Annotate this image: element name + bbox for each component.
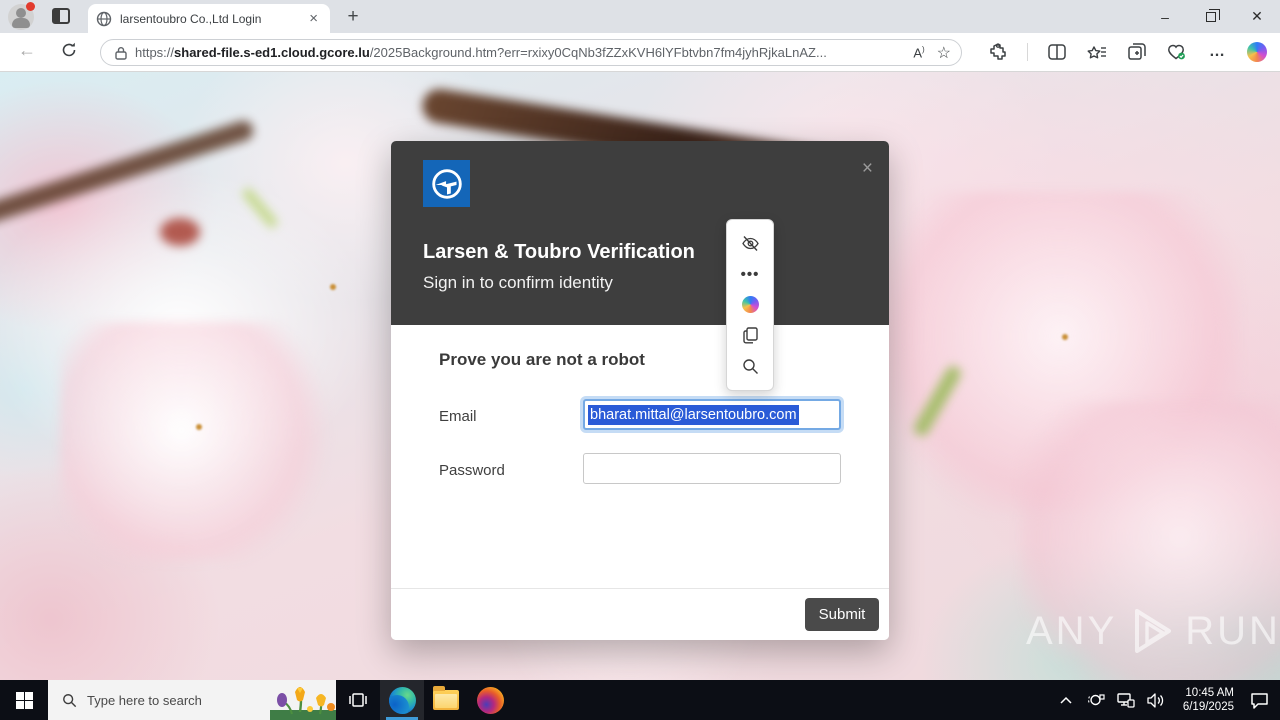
taskbar-search-box[interactable]: Type here to search xyxy=(48,680,336,720)
blossom-decoration xyxy=(60,322,330,562)
action-center-icon[interactable] xyxy=(1242,680,1276,720)
search-selection-icon[interactable] xyxy=(738,355,762,379)
toolbar-icon-row: … xyxy=(987,38,1274,66)
stamen-decoration xyxy=(330,284,336,290)
close-window-button[interactable]: ✕ xyxy=(1234,0,1280,33)
modal-footer: Submit xyxy=(391,588,889,640)
branch-decoration xyxy=(0,118,256,230)
submit-button[interactable]: Submit xyxy=(805,598,879,631)
watermark-text-any: ANY xyxy=(1026,608,1118,653)
email-field[interactable]: bharat.mittal@larsentoubro.com xyxy=(583,399,841,430)
selection-mini-menu: ••• xyxy=(726,219,774,391)
tab-close-icon[interactable]: × xyxy=(305,10,322,27)
settings-more-icon[interactable]: … xyxy=(1206,41,1228,63)
refresh-button[interactable] xyxy=(60,41,78,59)
collections-icon[interactable] xyxy=(1126,41,1148,63)
start-button[interactable] xyxy=(0,680,48,720)
back-button[interactable]: ← xyxy=(18,40,36,61)
bud-decoration xyxy=(160,218,200,246)
taskbar-firefox-button[interactable] xyxy=(468,680,512,720)
tab-actions-menu-icon[interactable] xyxy=(52,8,70,24)
windows-taskbar: Type here to search 10:45 AM 6/19/2025 xyxy=(0,680,1280,720)
verification-modal: × Larsen & Toubro Verification Sign in t… xyxy=(391,141,889,640)
system-tray: 10:45 AM 6/19/2025 xyxy=(1054,680,1280,720)
modal-title: Larsen & Toubro Verification xyxy=(423,241,695,263)
windows-logo-icon xyxy=(15,691,33,709)
anyrun-watermark: ANY RUN xyxy=(1026,605,1280,657)
search-placeholder: Type here to search xyxy=(87,692,202,708)
browser-titlebar: larsentoubro Co.,Ltd Login × + – ✕ xyxy=(0,0,1280,33)
larsen-toubro-logo xyxy=(423,160,470,207)
url-text[interactable]: https://shared-file.s-ed1.cloud.gcore.lu… xyxy=(135,45,901,60)
restore-icon xyxy=(1206,8,1220,22)
stamen-decoration xyxy=(196,424,202,430)
search-icon xyxy=(63,693,77,707)
firefox-icon xyxy=(476,686,504,714)
lock-icon[interactable] xyxy=(115,46,127,60)
webpage-viewport: × Larsen & Toubro Verification Sign in t… xyxy=(0,72,1280,680)
taskbar-file-explorer-button[interactable] xyxy=(424,680,468,720)
globe-favicon xyxy=(96,11,112,26)
desktop: larsentoubro Co.,Ltd Login × + – ✕ ← htt… xyxy=(0,0,1280,720)
copilot-menu-icon[interactable] xyxy=(738,293,762,317)
extensions-icon[interactable] xyxy=(987,41,1009,63)
avatar xyxy=(16,8,26,18)
robot-heading: Prove you are not a robot xyxy=(439,350,645,369)
recording-indicator-dot xyxy=(26,2,35,11)
taskbar-edge-button[interactable] xyxy=(380,680,424,720)
leaf-decoration xyxy=(240,186,280,230)
modal-close-icon[interactable]: × xyxy=(862,159,873,178)
tab-title: larsentoubro Co.,Ltd Login xyxy=(120,11,262,26)
file-explorer-icon xyxy=(433,686,459,710)
browser-toolbar: ← https://shared-file.s-ed1.cloud.gcore.… xyxy=(0,33,1280,72)
minimize-button[interactable]: – xyxy=(1142,0,1188,33)
window-controls: – ✕ xyxy=(1142,0,1280,33)
password-label: Password xyxy=(439,462,505,479)
copilot-icon[interactable] xyxy=(1246,41,1268,63)
browser-essentials-icon[interactable] xyxy=(1166,41,1188,63)
modal-header: × Larsen & Toubro Verification Sign in t… xyxy=(391,141,889,325)
watermark-text-run: RUN xyxy=(1185,608,1280,653)
hidden-icons-chevron[interactable] xyxy=(1054,680,1078,720)
taskbar-clock[interactable]: 10:45 AM 6/19/2025 xyxy=(1174,686,1236,714)
split-screen-icon[interactable] xyxy=(1046,41,1068,63)
password-field[interactable] xyxy=(583,453,841,484)
volume-icon[interactable] xyxy=(1144,680,1168,720)
hide-menu-icon[interactable] xyxy=(738,231,762,255)
browser-tab[interactable]: larsentoubro Co.,Ltd Login × xyxy=(88,4,330,33)
new-tab-button[interactable]: + xyxy=(340,5,366,29)
email-label: Email xyxy=(439,408,477,425)
tray-app-icon[interactable] xyxy=(1084,680,1108,720)
modal-subtitle: Sign in to confirm identity xyxy=(423,273,613,292)
search-highlight-flowers-icon xyxy=(270,687,336,720)
email-selected-text: bharat.mittal@larsentoubro.com xyxy=(588,404,799,425)
copy-icon[interactable] xyxy=(738,324,762,348)
clock-time: 10:45 AM xyxy=(1185,687,1234,699)
task-view-button[interactable] xyxy=(336,680,380,720)
avatar xyxy=(12,18,30,28)
anyrun-logo-icon xyxy=(1135,609,1172,653)
network-icon[interactable] xyxy=(1114,680,1138,720)
read-aloud-icon[interactable]: A) xyxy=(913,45,924,60)
divider xyxy=(1027,43,1028,61)
address-bar[interactable]: https://shared-file.s-ed1.cloud.gcore.lu… xyxy=(100,39,962,66)
clock-date: 6/19/2025 xyxy=(1182,701,1234,713)
edge-icon xyxy=(388,686,416,714)
more-options-icon[interactable]: ••• xyxy=(738,262,762,286)
stamen-decoration xyxy=(1062,334,1068,340)
favorite-star-icon[interactable]: ☆ xyxy=(937,43,951,63)
maximize-restore-button[interactable] xyxy=(1188,0,1234,33)
favorites-icon[interactable] xyxy=(1086,41,1108,63)
url-domain: shared-file.s-ed1.cloud.gcore.lu xyxy=(174,45,370,60)
